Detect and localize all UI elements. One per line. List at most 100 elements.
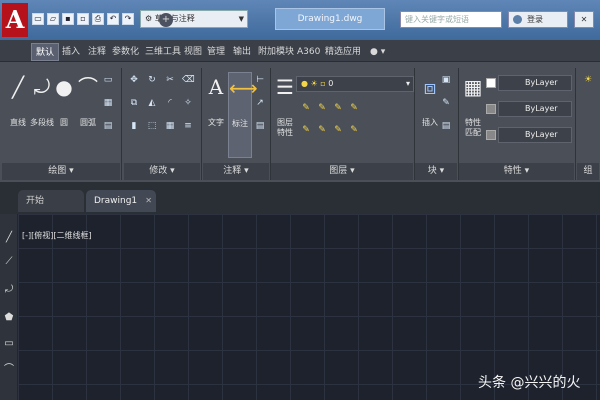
gradient-icon[interactable]: ▤ (102, 120, 114, 132)
layer-tool-icon[interactable]: ✎ (300, 102, 312, 114)
table-icon[interactable]: ▤ (254, 120, 266, 132)
layer-tool-icon[interactable]: ✎ (348, 124, 360, 136)
document-tab-bar: 开始 Drawing1 ✕ (0, 182, 600, 214)
new-tab-button[interactable]: + (159, 13, 173, 27)
save-as-icon[interactable]: ▫ (77, 13, 89, 25)
rectangle-icon[interactable]: ▭ (102, 74, 114, 86)
chevron-down-icon: ▼ (238, 15, 244, 23)
fillet-icon[interactable]: ◜ (164, 97, 176, 109)
dimension-label: 标注 (232, 119, 248, 128)
close-icon[interactable]: ✕ (145, 190, 152, 212)
circle-tool[interactable]: ● 圆 (52, 72, 76, 128)
polyline-icon[interactable]: ⤾ (3, 284, 15, 296)
layer-tool-icon[interactable]: ✎ (332, 124, 344, 136)
print-icon[interactable]: ⎙ (92, 13, 104, 25)
explode-icon[interactable]: ✧ (182, 97, 194, 109)
ribbon-tab-bar: 默认 插入 注释 参数化 三维工具 视图 管理 输出 附加模块 A360 精选应… (0, 40, 600, 62)
layer-tool-icon[interactable]: ✎ (300, 124, 312, 136)
search-input[interactable]: 键入关键字或短语 (400, 11, 502, 28)
ribbon: ╱ 直线 ⤾ 多段线 ● 圆 ⌒ 圆弧 ▭ ▦ ▤ 绘图 ▾ ✥ ↻ ✂ ⌫ ⧉… (0, 62, 600, 182)
tab-insert[interactable]: 插入 (58, 43, 84, 61)
workspace-select[interactable]: ⚙ 草图与注释 ▼ (140, 10, 248, 28)
layer-properties-tool[interactable]: ☰ 图层 特性 (273, 72, 297, 138)
polyline-label: 多段线 (30, 118, 54, 127)
polygon-icon[interactable]: ⬟ (3, 312, 15, 324)
ribbon-options-icon[interactable]: ● ▾ (366, 43, 389, 61)
polyline-tool[interactable]: ⤾ 多段线 (30, 72, 54, 128)
match-properties-tool[interactable]: ▦ 特性 匹配 (461, 72, 485, 138)
insert-block-tool[interactable]: ⧈ 插入 (418, 72, 442, 128)
modify-panel-footer[interactable]: 修改 ▾ (124, 163, 200, 180)
text-icon: A (208, 75, 224, 99)
mirror-icon[interactable]: ◭ (146, 97, 158, 109)
attribute-icon[interactable]: ▤ (440, 120, 452, 132)
app-logo-icon[interactable]: A (2, 3, 28, 37)
group-panel-title: 组 (583, 166, 593, 176)
line-tool[interactable]: ╱ 直线 (6, 72, 30, 128)
tab-annotate[interactable]: 注释 (84, 43, 110, 61)
line-icon[interactable]: ╱ (3, 232, 15, 244)
block-panel-title: 块 (427, 166, 437, 176)
new-file-icon[interactable]: ▭ (32, 13, 44, 25)
rotate-icon[interactable]: ↻ (146, 74, 158, 86)
redo-icon[interactable]: ↷ (122, 13, 134, 25)
block-panel-footer[interactable]: 块 ▾ (415, 163, 457, 180)
annotation-panel-footer[interactable]: 注释 ▾ (203, 163, 269, 180)
hatch-icon[interactable]: ▦ (102, 97, 114, 109)
quick-access-toolbar: ▭ ▱ ▪ ▫ ⎙ ↶ ↷ (32, 11, 134, 27)
layer-tool-icon[interactable]: ✎ (316, 102, 328, 114)
arc-tool[interactable]: ⌒ 圆弧 (76, 72, 100, 128)
layer-tool-icon[interactable]: ✎ (332, 102, 344, 114)
text-tool[interactable]: A 文字 (204, 72, 228, 128)
layer-tool-icon[interactable]: ✎ (348, 102, 360, 114)
group-panel-footer[interactable]: 组 (577, 163, 599, 180)
move-icon[interactable]: ✥ (128, 74, 140, 86)
linear-dimension-icon[interactable]: ⊢ (254, 74, 266, 86)
tab-home[interactable]: 默认 (31, 43, 60, 61)
open-file-icon[interactable]: ▱ (47, 13, 59, 25)
construction-line-icon[interactable]: ⟋ (3, 256, 15, 268)
tab-parametric[interactable]: 参数化 (108, 43, 143, 61)
linetype-select[interactable]: ByLayer (498, 101, 572, 117)
offset-icon[interactable]: ≡ (182, 120, 194, 132)
stretch-icon[interactable]: ▮ (128, 120, 140, 132)
draw-panel-footer[interactable]: 绘图 ▾ (2, 163, 120, 180)
edit-block-icon[interactable]: ✎ (440, 97, 452, 109)
tab-manage[interactable]: 管理 (203, 43, 229, 61)
layer-select[interactable]: ● ☀ ▫ 0 ▾ (296, 76, 414, 92)
panel-divider (201, 68, 202, 180)
erase-icon[interactable]: ⌫ (182, 74, 195, 86)
rectangle-icon[interactable]: ▭ (3, 338, 15, 350)
layer-tool-icon[interactable]: ✎ (316, 124, 328, 136)
tab-drawing1[interactable]: Drawing1 ✕ (86, 190, 156, 212)
tab-a360[interactable]: A360 (293, 43, 324, 61)
tab-featured-apps[interactable]: 精选应用 (321, 43, 365, 61)
tab-start[interactable]: 开始 (18, 190, 84, 212)
tab-3d-tools[interactable]: 三维工具 (141, 43, 185, 61)
trim-icon[interactable]: ✂ (164, 74, 176, 86)
draw-panel-title: 绘图 (48, 166, 67, 176)
create-block-icon[interactable]: ▣ (440, 74, 452, 86)
lineweight-select[interactable]: ByLayer (498, 127, 572, 143)
group-icon[interactable]: ☀ (582, 74, 594, 86)
dimension-tool[interactable]: ⟷ 标注 (228, 72, 258, 158)
color-select[interactable]: ByLayer (498, 75, 572, 91)
properties-panel-footer[interactable]: 特性 ▾ (459, 163, 574, 180)
exchange-icon[interactable]: ✕ (574, 11, 594, 28)
copy-icon[interactable]: ⧉ (128, 97, 140, 109)
tab-start-label: 开始 (26, 196, 45, 206)
login-button[interactable]: 登录 (508, 11, 568, 28)
tab-addins[interactable]: 附加模块 (254, 43, 298, 61)
color-value: ByLayer (525, 78, 558, 87)
lineweight-value: ByLayer (525, 130, 558, 139)
lineweight-swatch (486, 130, 496, 140)
leader-icon[interactable]: ↗ (254, 97, 266, 109)
tab-output[interactable]: 输出 (229, 43, 255, 61)
undo-icon[interactable]: ↶ (107, 13, 119, 25)
save-icon[interactable]: ▪ (62, 13, 74, 25)
layers-panel-footer[interactable]: 图层 ▾ (271, 163, 413, 180)
scale-icon[interactable]: ⬚ (146, 120, 158, 132)
array-icon[interactable]: ▦ (164, 120, 176, 132)
arc-icon[interactable]: ⌒ (3, 364, 15, 376)
viewport-controls-label[interactable]: [-][俯视][二维线框] (22, 230, 92, 241)
